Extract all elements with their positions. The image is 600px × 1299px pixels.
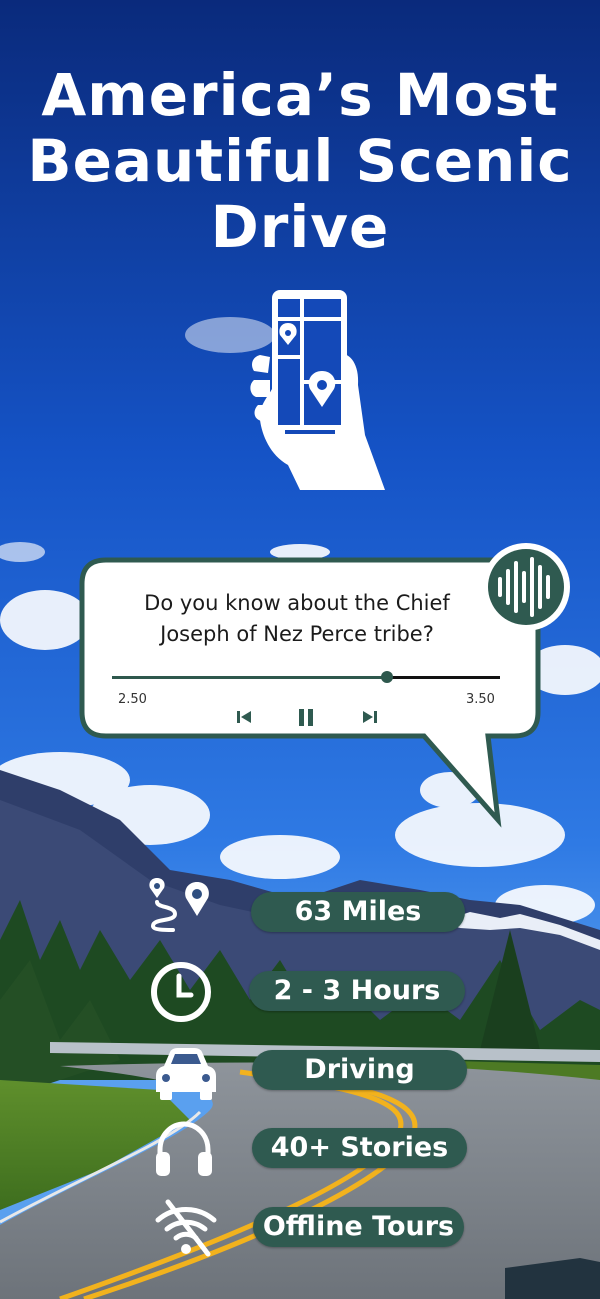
headline: America’s Most Beautiful Scenic Drive [0,62,600,260]
headline-line-2: Beautiful Scenic [27,127,573,195]
phone-map-pin-icon [250,290,385,490]
stat-stories: 40+ Stories [252,1128,467,1168]
question-line-1: Do you know about the Chief [144,591,450,615]
skip-back-icon[interactable] [233,706,255,728]
stat-mode: Driving [252,1050,467,1090]
stat-offline: Offline Tours [253,1207,464,1247]
clock-icon [151,962,211,1022]
time-end: 3.50 [466,692,495,707]
headline-line-3: Drive [210,193,390,261]
skip-forward-icon[interactable] [359,706,381,728]
car-icon [156,1048,216,1100]
question-line-2: Joseph of Nez Perce tribe? [160,622,434,646]
stat-duration: 2 - 3 Hours [249,971,465,1011]
audio-progress-fill [112,676,388,679]
route-pin-icon [149,878,209,932]
sound-wave-icon [482,543,570,631]
headline-line-1: America’s Most [41,61,559,129]
no-wifi-icon [155,1199,217,1257]
time-start: 2.50 [118,692,147,707]
pause-icon[interactable] [295,706,317,728]
headphones-icon [156,1121,212,1176]
audio-progress-bar[interactable] [112,671,500,683]
story-question: Do you know about the Chief Joseph of Ne… [102,588,492,650]
stat-distance: 63 Miles [251,892,465,932]
